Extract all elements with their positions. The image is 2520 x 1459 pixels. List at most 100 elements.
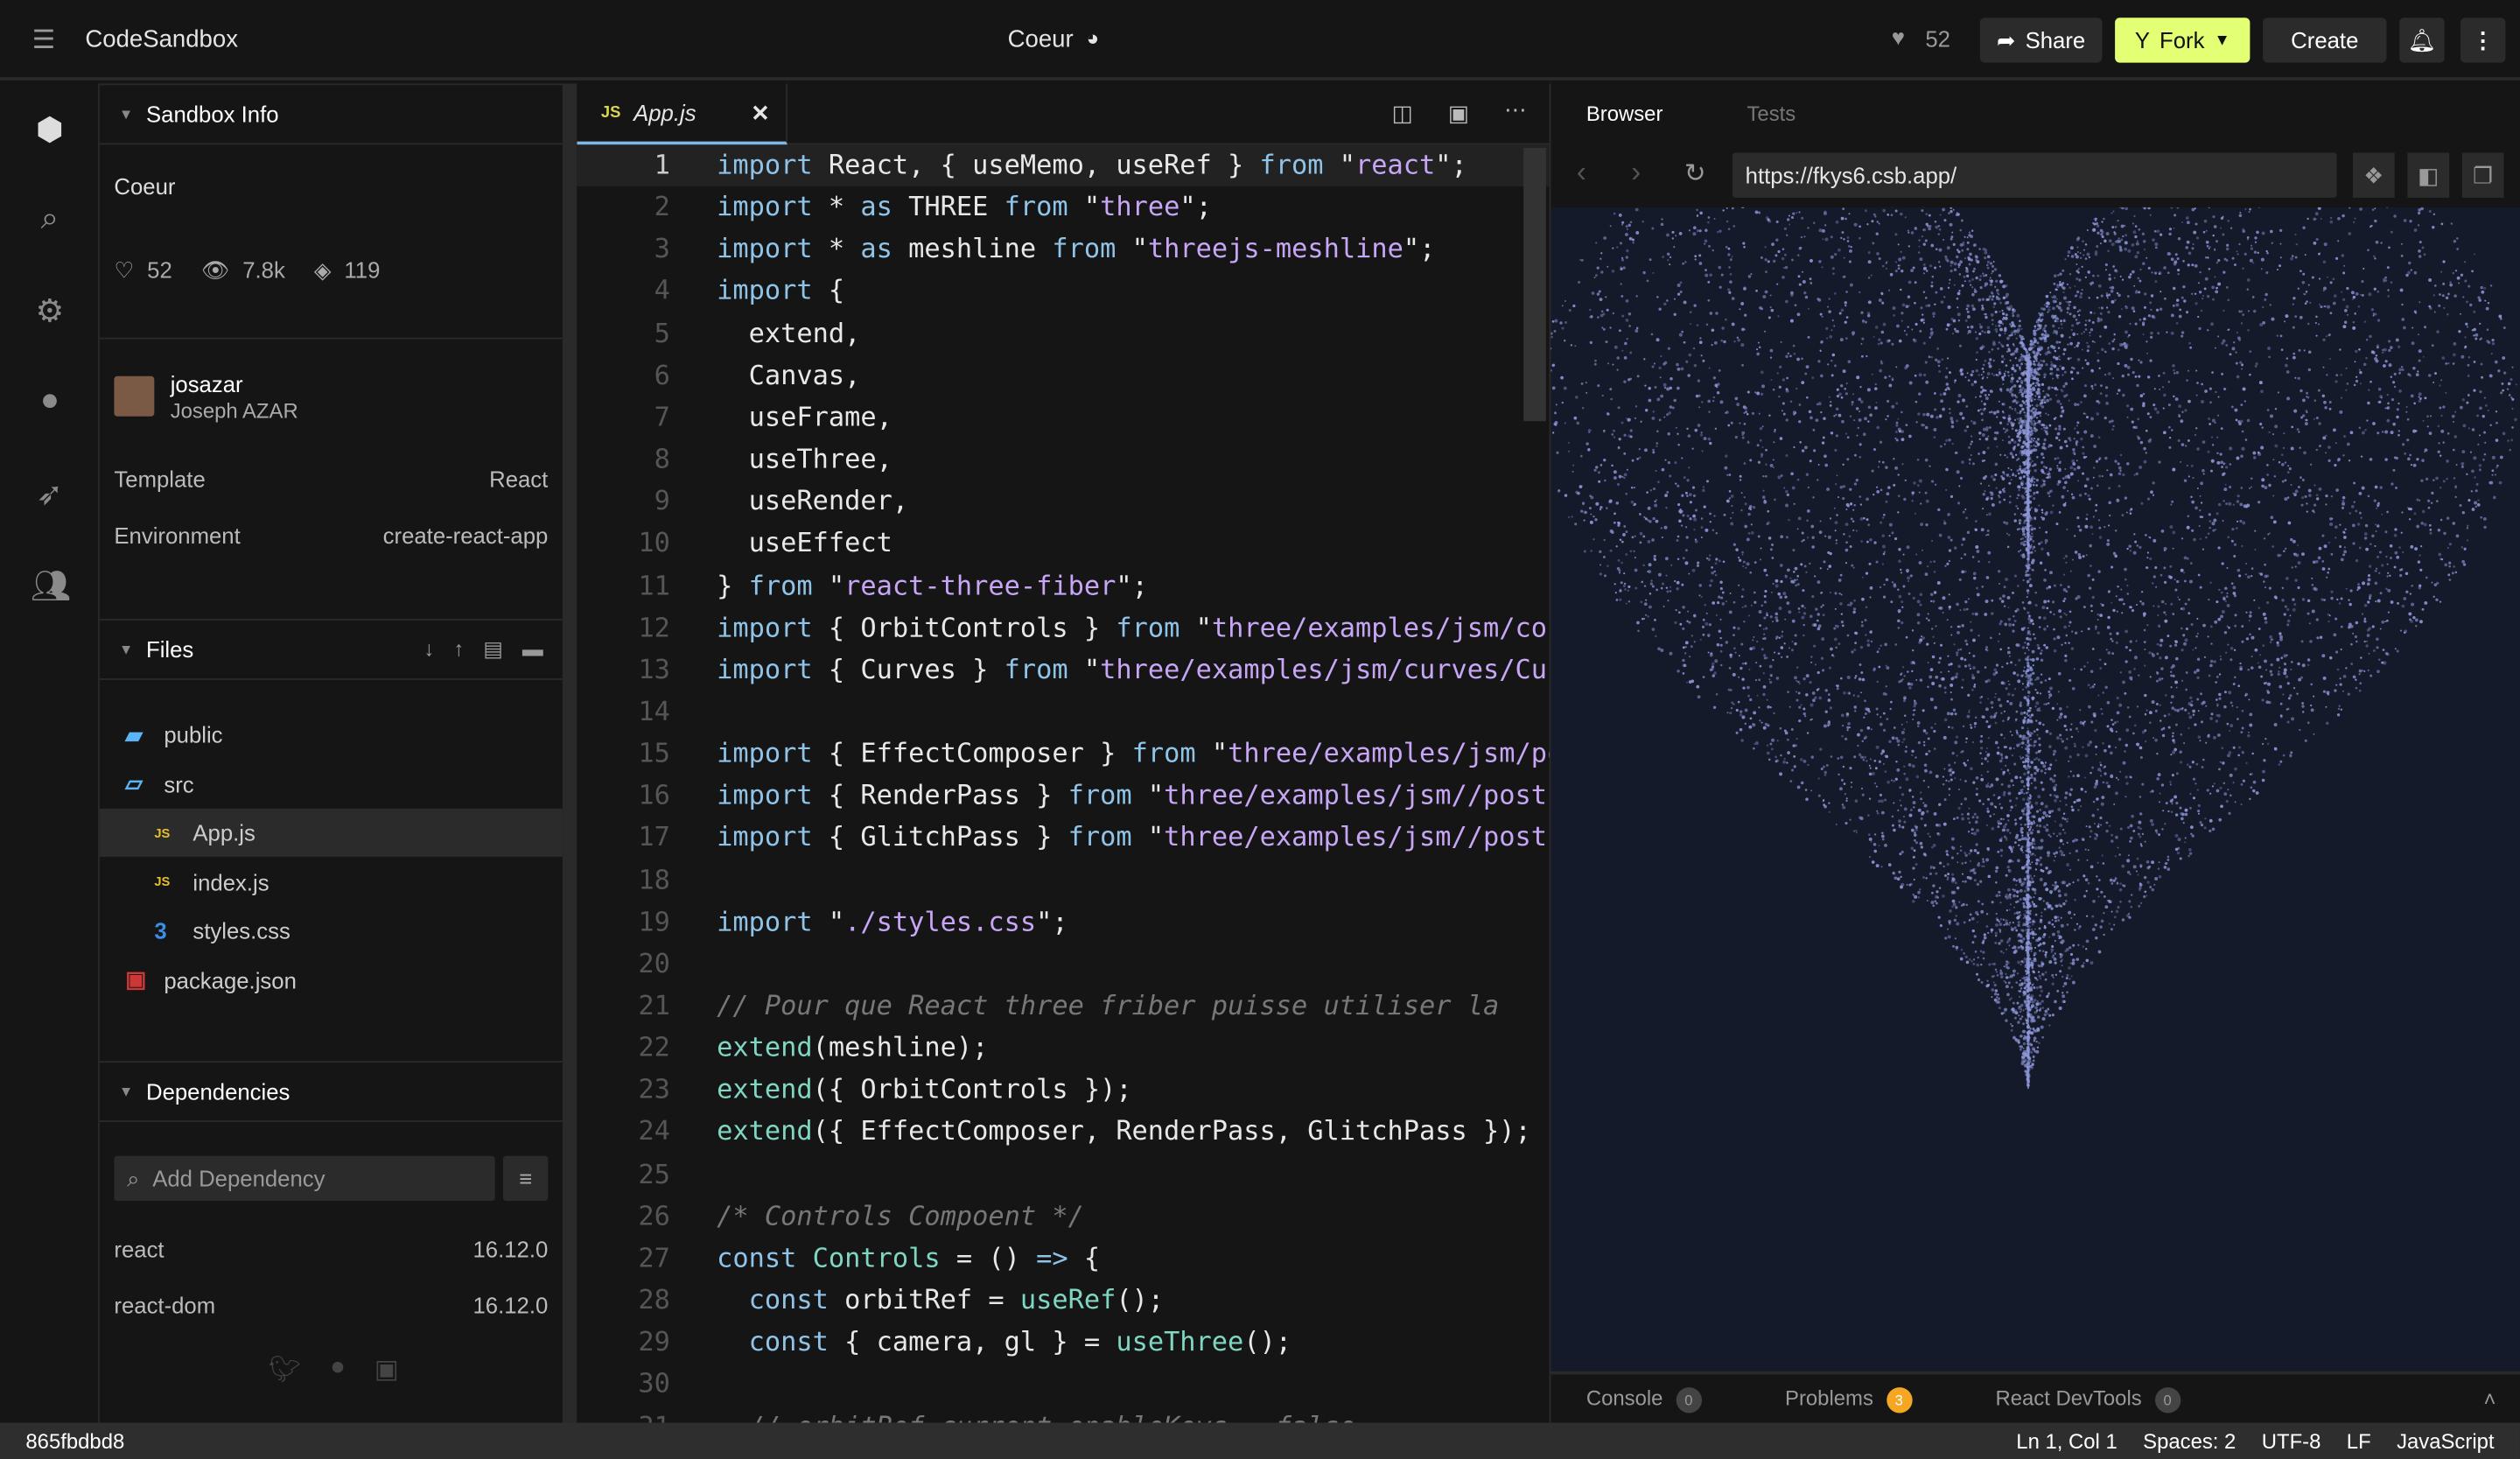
share-button[interactable]: ➦ Share <box>1979 18 2103 63</box>
app-title[interactable]: CodeSandbox <box>85 25 238 53</box>
twitter-icon[interactable]: 🐦︎ <box>269 1354 301 1386</box>
file-item[interactable]: JS App.js <box>99 808 563 857</box>
code-line: 10 useEffect <box>577 523 1549 565</box>
dependencies-header[interactable]: ▼ Dependencies <box>99 1061 563 1123</box>
token-str: three/examples/jsm/controls/OrbitControl… <box>1211 612 1550 643</box>
sandbox-title[interactable]: Coeur <box>1008 25 1074 53</box>
new-file-icon[interactable]: ▤ <box>483 636 503 662</box>
split-view-icon[interactable]: ◫ <box>1392 100 1413 127</box>
dependency-item[interactable]: react 16.12.0 <box>114 1236 548 1261</box>
line-number: 28 <box>638 1284 670 1315</box>
label: Environment <box>114 522 241 549</box>
file-item[interactable]: JS index.js <box>100 858 563 906</box>
tab-react-devtools[interactable]: React DevTools 0 <box>1995 1385 2180 1413</box>
discord-icon[interactable]: ▣ <box>374 1354 399 1386</box>
line-number: 13 <box>638 654 670 685</box>
download-icon[interactable]: ↓ <box>424 636 434 662</box>
upload-icon[interactable]: ↑ <box>453 636 464 662</box>
close-icon[interactable]: ✕ <box>751 99 770 126</box>
file-item[interactable]: ▱ src <box>100 760 563 808</box>
indentation[interactable]: Spaces: 2 <box>2143 1429 2236 1454</box>
code-line: 19 import "./styles.css"; <box>577 901 1549 943</box>
users-icon[interactable]: 👥︎ <box>31 566 72 604</box>
token-str: three <box>1100 191 1180 222</box>
token-pl: { RenderPass } <box>812 780 1068 811</box>
js-icon: JS <box>154 874 171 889</box>
activity-bar: ⬢ ⌕ ⚙ ● ➶ 👥︎ <box>0 83 100 1423</box>
file-item[interactable]: 3 styles.css <box>100 907 563 955</box>
dependency-version: 16.12.0 <box>472 1236 549 1262</box>
line-number: 21 <box>638 990 670 1021</box>
new-window-icon[interactable]: ◧ <box>2407 152 2450 198</box>
github-icon[interactable]: ● <box>330 1354 346 1386</box>
file-item[interactable]: ▰ public <box>100 711 563 759</box>
rocket-icon[interactable]: ➶ <box>31 474 69 512</box>
editor-scrollbar[interactable] <box>1523 147 1546 422</box>
tab-app-js[interactable]: JS App.js ✕ <box>577 83 788 145</box>
more-icon[interactable]: ⋯ <box>1504 96 1527 123</box>
line-text: import React, { useMemo, useRef } from "… <box>717 144 1467 186</box>
forward-icon[interactable]: › <box>1631 156 1641 190</box>
css-icon: 3 <box>154 917 167 944</box>
author-username[interactable]: josazar <box>171 371 243 396</box>
token-kw: => <box>1036 1242 1068 1273</box>
code-line: 4 import { <box>577 270 1549 312</box>
label: Template <box>114 466 206 493</box>
token-pl: useFrame, <box>717 401 892 432</box>
like-count: 52 <box>1925 25 1950 52</box>
back-icon[interactable]: ‹ <box>1577 156 1586 190</box>
sidebar-scrollbar[interactable] <box>562 83 578 1423</box>
heart-icon[interactable]: ♥ <box>1892 25 1905 50</box>
more-icon[interactable]: ⋮ <box>2460 18 2506 63</box>
line-number: 19 <box>638 906 670 937</box>
line-ending[interactable]: LF <box>2347 1429 2371 1454</box>
github-icon[interactable]: ● <box>31 382 69 421</box>
fork-button[interactable]: Y Fork ▼ <box>2115 18 2250 63</box>
npm-icon: ▣ <box>125 965 147 993</box>
files-header[interactable]: ▼ Files ↓ ↑ ▤ ▬ <box>99 619 563 680</box>
token-pl: } <box>717 570 749 601</box>
codesandbox-icon[interactable]: ❖ <box>2352 152 2395 198</box>
tab-console[interactable]: Console 0 <box>1586 1385 1702 1413</box>
menu-icon[interactable]: ☰ <box>32 25 55 57</box>
token-fn: extend <box>717 1116 813 1147</box>
avatar[interactable] <box>114 375 155 417</box>
language-mode[interactable]: JavaScript <box>2397 1429 2494 1454</box>
cube-icon[interactable]: ⬢ <box>31 109 69 148</box>
tab-problems[interactable]: Problems 3 <box>1785 1385 1912 1413</box>
bell-icon[interactable]: 🔔︎ <box>2399 18 2445 63</box>
cursor-position[interactable]: Ln 1, Col 1 <box>2016 1429 2117 1454</box>
preview-icon[interactable]: ▣ <box>1448 100 1469 127</box>
chevron-up-icon[interactable]: ˄ <box>2483 1386 2496 1411</box>
token-str: react <box>1355 149 1436 180</box>
windows-icon[interactable]: ❐ <box>2461 152 2504 198</box>
code-line: 24 extend({ EffectComposer, RenderPass, G… <box>577 1112 1549 1154</box>
token-kw: import <box>717 654 813 685</box>
gear-icon[interactable]: ⚙ <box>31 291 69 329</box>
code-line: 22 extend(meshline); <box>577 1028 1549 1070</box>
token-kw: const <box>748 1284 829 1315</box>
token-pl: Canvas, <box>717 359 861 390</box>
code-editor[interactable]: JS App.js ✕ ◫ ▣ ⋯ 1 import React, { useMe… <box>577 83 1550 1423</box>
heart-icon: ♡ <box>114 256 135 284</box>
tab-browser[interactable]: Browser <box>1586 102 1663 126</box>
search-icon[interactable]: ⌕ <box>31 201 69 240</box>
canvas-background <box>1550 207 2520 1371</box>
dependency-item[interactable]: react-dom 16.12.0 <box>114 1293 548 1318</box>
likes: 52 <box>147 256 172 284</box>
code-line: 2 import * as THREE from "three"; <box>577 186 1549 228</box>
sandbox-info-header[interactable]: ▼ Sandbox Info <box>99 83 563 145</box>
tab-tests[interactable]: Tests <box>1746 102 1796 126</box>
code-line: 16 import { RenderPass } from "three/exam… <box>577 775 1549 817</box>
add-dependency-input[interactable]: ⌕ Add Dependency <box>114 1155 495 1202</box>
refresh-icon[interactable]: ↻ <box>1684 158 1706 190</box>
line-text: // orbitRef.current.enableKeys = false <box>717 1406 1355 1423</box>
list-icon[interactable]: ≡ <box>502 1155 549 1202</box>
new-folder-icon[interactable]: ▬ <box>522 636 543 662</box>
file-item[interactable]: ▣ package.json <box>100 956 563 1004</box>
preview-canvas[interactable] <box>1550 207 2520 1371</box>
create-button[interactable]: Create <box>2263 18 2387 63</box>
url-input[interactable]: https://fkys6.csb.app/ <box>1732 152 2337 198</box>
encoding[interactable]: UTF-8 <box>2262 1429 2321 1454</box>
